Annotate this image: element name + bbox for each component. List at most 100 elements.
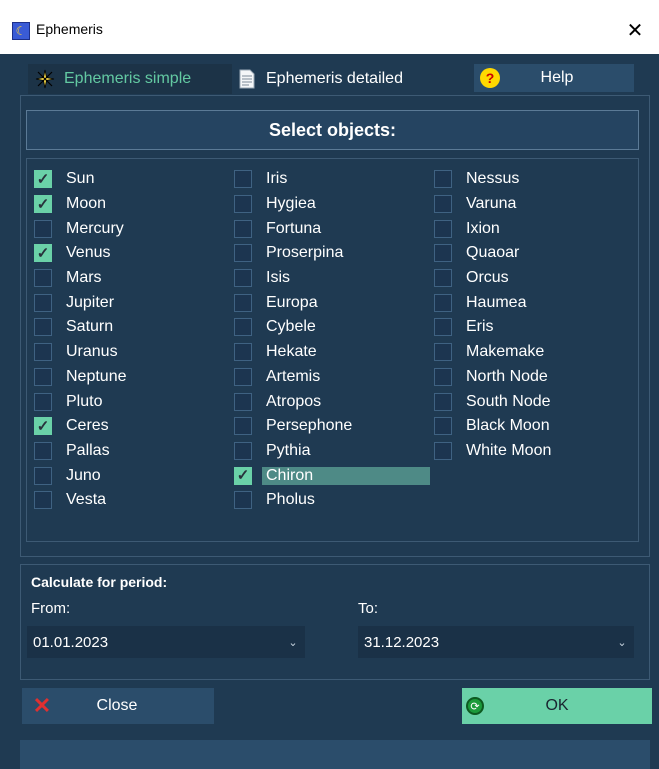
object-item-uranus[interactable]: Uranus [34,340,127,365]
object-item-haumea[interactable]: Haumea [434,290,551,315]
object-checkbox[interactable] [234,367,252,386]
object-item-persephone[interactable]: Persephone [234,414,430,439]
object-checkbox[interactable] [34,367,52,386]
object-checkbox[interactable] [34,491,52,510]
help-button[interactable]: ? Help [474,64,634,92]
object-item-cybele[interactable]: Cybele [234,315,430,340]
object-item-white-moon[interactable]: White Moon [434,439,551,464]
object-item-south-node[interactable]: South Node [434,389,551,414]
object-item-proserpina[interactable]: Proserpina [234,241,430,266]
window-close-button[interactable]: ✕ [619,14,651,46]
object-checkbox[interactable] [234,170,252,189]
to-date-select[interactable]: 31.12.2023 ⌄ [358,626,634,658]
object-item-north-node[interactable]: North Node [434,365,551,390]
object-item-pallas[interactable]: Pallas [34,439,127,464]
tab-ephemeris-simple[interactable]: Ephemeris simple [28,64,232,94]
object-checkbox[interactable] [234,244,252,263]
object-label: Jupiter [66,293,115,311]
object-item-pholus[interactable]: Pholus [234,488,430,513]
object-item-hekate[interactable]: Hekate [234,340,430,365]
object-checkbox[interactable] [34,293,52,312]
object-label: Eris [466,318,494,336]
object-checkbox[interactable] [434,195,452,214]
object-item-ixion[interactable]: Ixion [434,216,551,241]
object-checkbox[interactable] [434,318,452,337]
object-checkbox[interactable] [34,318,52,337]
title-bar: ☾ Ephemeris ✕ [0,0,659,54]
object-checkbox[interactable] [434,441,452,460]
object-item-artemis[interactable]: Artemis [234,365,430,390]
object-checkbox[interactable] [434,170,452,189]
object-item-nessus[interactable]: Nessus [434,167,551,192]
object-label: Persephone [266,417,353,435]
object-item-europa[interactable]: Europa [234,290,430,315]
object-checkbox[interactable] [234,195,252,214]
object-item-moon[interactable]: ✓ Moon [34,192,127,217]
object-label: Pholus [266,491,315,509]
object-label: Juno [66,466,101,484]
object-checkbox[interactable] [34,441,52,460]
object-item-jupiter[interactable]: Jupiter [34,290,127,315]
object-label: Chiron [262,466,430,485]
object-checkbox[interactable] [34,466,52,485]
object-item-iris[interactable]: Iris [234,167,430,192]
chevron-down-icon: ⌄ [617,636,627,649]
object-checkbox[interactable]: ✓ [234,466,252,485]
object-item-chiron[interactable]: ✓ Chiron [234,463,430,488]
object-item-pluto[interactable]: Pluto [34,389,127,414]
object-item-mars[interactable]: Mars [34,266,127,291]
object-checkbox[interactable]: ✓ [34,170,52,189]
object-checkbox[interactable] [434,219,452,238]
object-item-eris[interactable]: Eris [434,315,551,340]
object-checkbox[interactable] [234,343,252,362]
object-item-venus[interactable]: ✓ Venus [34,241,127,266]
object-item-neptune[interactable]: Neptune [34,365,127,390]
object-item-juno[interactable]: Juno [34,463,127,488]
from-date-select[interactable]: 01.01.2023 ⌄ [27,626,305,658]
object-checkbox[interactable]: ✓ [34,195,52,214]
object-checkbox[interactable] [434,367,452,386]
close-button[interactable]: ✕ Close [22,688,214,724]
object-checkbox[interactable] [434,392,452,411]
object-item-quaoar[interactable]: Quaoar [434,241,551,266]
object-item-varuna[interactable]: Varuna [434,192,551,217]
object-checkbox[interactable] [434,244,452,263]
object-checkbox[interactable] [434,343,452,362]
object-checkbox[interactable]: ✓ [34,417,52,436]
tab-label: Ephemeris simple [64,70,192,87]
object-checkbox[interactable] [234,491,252,510]
object-item-vesta[interactable]: Vesta [34,488,127,513]
object-item-hygiea[interactable]: Hygiea [234,192,430,217]
period-title: Calculate for period: [31,574,168,590]
object-checkbox[interactable] [34,343,52,362]
object-item-ceres[interactable]: ✓ Ceres [34,414,127,439]
object-checkbox[interactable] [234,392,252,411]
object-item-pythia[interactable]: Pythia [234,439,430,464]
object-item-orcus[interactable]: Orcus [434,266,551,291]
tab-ephemeris-detailed[interactable]: Ephemeris detailed [230,64,440,94]
object-checkbox[interactable] [234,318,252,337]
object-checkbox[interactable] [234,219,252,238]
object-item-black-moon[interactable]: Black Moon [434,414,551,439]
object-checkbox[interactable] [234,269,252,288]
object-label: Makemake [466,343,545,361]
object-item-saturn[interactable]: Saturn [34,315,127,340]
object-item-makemake[interactable]: Makemake [434,340,551,365]
object-checkbox[interactable] [34,219,52,238]
object-checkbox[interactable] [234,441,252,460]
object-item-sun[interactable]: ✓ Sun [34,167,127,192]
object-checkbox[interactable] [434,269,452,288]
object-checkbox[interactable] [434,417,452,436]
object-item-mercury[interactable]: Mercury [34,216,127,241]
object-checkbox[interactable] [434,293,452,312]
object-item-atropos[interactable]: Atropos [234,389,430,414]
object-checkbox[interactable] [34,392,52,411]
object-checkbox[interactable] [34,269,52,288]
object-item-isis[interactable]: Isis [234,266,430,291]
object-item-fortuna[interactable]: Fortuna [234,216,430,241]
ok-button[interactable]: ⟳ OK [462,688,652,724]
object-checkbox[interactable] [234,417,252,436]
object-checkbox[interactable] [234,293,252,312]
tab-label: Ephemeris detailed [266,70,403,87]
object-checkbox[interactable]: ✓ [34,244,52,263]
